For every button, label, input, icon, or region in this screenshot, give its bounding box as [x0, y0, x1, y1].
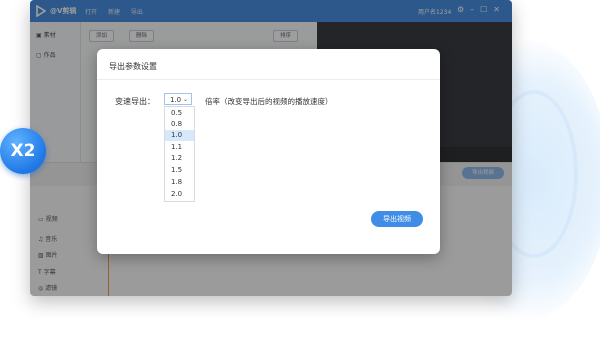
speed-option[interactable]: 1.5 [165, 165, 194, 176]
speed-label: 变速导出： [115, 97, 155, 106]
speed-hint: 倍率（改变导出后的视频的播放速度） [205, 97, 333, 106]
dialog-divider [97, 79, 440, 80]
speed-option[interactable]: 1.2 [165, 153, 194, 164]
speed-option-selected[interactable]: 1.0 [165, 130, 194, 141]
speed-select-value: 1.0 [170, 96, 182, 104]
speed-option[interactable]: 0.8 [165, 119, 194, 130]
speed-badge: X2 [0, 128, 46, 174]
speed-dropdown-list: 0.5 0.8 1.0 1.1 1.2 1.5 1.8 2.0 [164, 106, 195, 202]
chevron-down-icon: ⌄ [182, 96, 188, 103]
export-settings-dialog: 导出参数设置 变速导出： 1.0 ⌄ 倍率（改变导出后的视频的播放速度） 0.5… [97, 49, 440, 254]
export-video-button[interactable]: 导出视频 [371, 211, 423, 227]
speed-select[interactable]: 1.0 ⌄ [164, 93, 192, 105]
speed-option[interactable]: 1.8 [165, 177, 194, 188]
speed-option[interactable]: 1.1 [165, 142, 194, 153]
dialog-title: 导出参数设置 [109, 62, 157, 71]
speed-option[interactable]: 2.0 [165, 189, 194, 200]
speed-option[interactable]: 0.5 [165, 108, 194, 119]
